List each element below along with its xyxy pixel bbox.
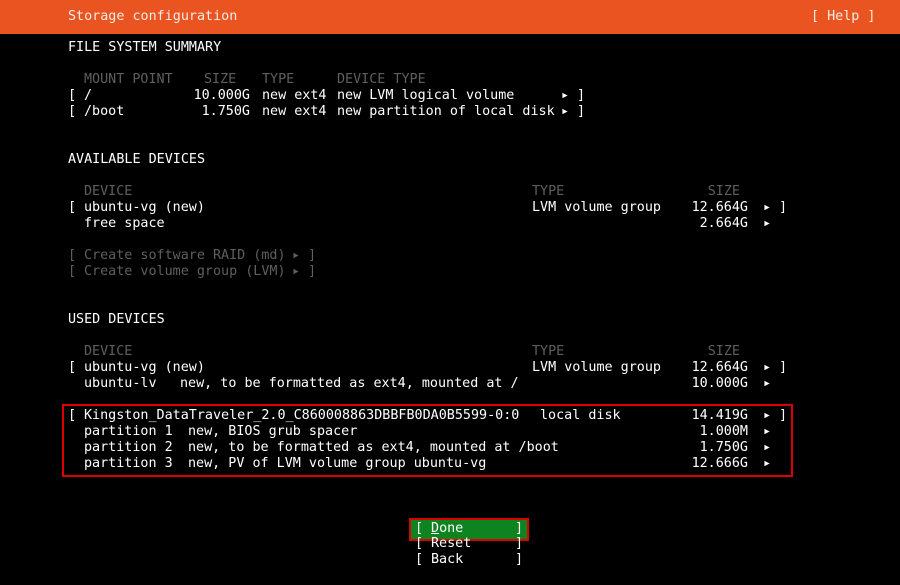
description-cell: new, to be formatted as ext4, mounted at… (188, 440, 559, 456)
help-button[interactable]: [ Help ] (811, 0, 876, 34)
back-button-label: Back (431, 552, 463, 568)
device-type-cell: new partition of local disk (337, 104, 555, 120)
open-bracket: [ (415, 552, 423, 568)
open-bracket: [ (68, 104, 76, 120)
size-cell: 14.419G (660, 408, 748, 424)
size-cell: 2.664G (660, 216, 748, 232)
close-bracket: ] (779, 408, 787, 424)
partition-name-cell: partition 2 (84, 440, 173, 456)
storage-configuration-screen: Storage configuration [ Help ] FILE SYST… (0, 0, 900, 585)
size-cell: 12.664G (660, 360, 748, 376)
page-title: Storage configuration (68, 0, 237, 34)
expand-arrow-icon: ▸ (763, 216, 771, 232)
reset-button-label: Reset (431, 536, 471, 552)
size-cell: 12.664G (660, 200, 748, 216)
expand-arrow-icon: ▸ (292, 248, 300, 264)
close-bracket: ] (577, 104, 585, 120)
open-bracket: [ (68, 248, 76, 264)
action-label: Create volume group (LVM) (84, 264, 286, 280)
open-bracket: [ (68, 88, 76, 104)
device-cell: free space (84, 216, 165, 232)
close-bracket: ] (515, 536, 523, 552)
col-header-device-type: DEVICE TYPE (337, 72, 426, 88)
open-bracket: [ (68, 200, 76, 216)
open-bracket: [ (68, 264, 76, 280)
description-cell: new, PV of LVM volume group ubuntu-vg (188, 456, 486, 472)
expand-arrow-icon: ▸ (561, 104, 569, 120)
used-devices-heading: USED DEVICES (68, 312, 165, 328)
close-bracket: ] (779, 200, 787, 216)
expand-arrow-icon: ▸ (763, 440, 771, 456)
col-header-size: SIZE (660, 184, 740, 200)
open-bracket: [ (68, 360, 76, 376)
expand-arrow-icon: ▸ (763, 360, 771, 376)
mount-point-cell: /boot (84, 104, 124, 120)
size-cell: 1.750G (180, 104, 250, 120)
col-header-size: SIZE (204, 72, 236, 88)
type-cell: local disk (540, 408, 621, 424)
expand-arrow-icon: ▸ (292, 264, 300, 280)
col-header-device: DEVICE (84, 184, 132, 200)
type-cell: new ext4 (262, 88, 327, 104)
description-cell: new, BIOS grub spacer (188, 424, 357, 440)
type-cell: LVM volume group (532, 360, 661, 376)
expand-arrow-icon: ▸ (763, 424, 771, 440)
col-header-size: SIZE (660, 344, 740, 360)
action-label: Create software RAID (md) (84, 248, 286, 264)
device-cell: ubuntu-lv (84, 376, 157, 392)
size-cell: 10.000G (660, 376, 748, 392)
device-cell: ubuntu-vg (new) (84, 200, 205, 216)
col-header-mount-point: MOUNT POINT (84, 72, 173, 88)
close-bracket: ] (308, 248, 316, 264)
device-cell: ubuntu-vg (new) (84, 360, 205, 376)
size-cell: 12.666G (660, 456, 748, 472)
close-bracket: ] (515, 552, 523, 568)
col-header-type: TYPE (532, 184, 564, 200)
device-type-cell: new LVM logical volume (337, 88, 514, 104)
mount-point-cell: / (84, 88, 92, 104)
partition-name-cell: partition 1 (84, 424, 173, 440)
close-bracket: ] (515, 521, 523, 537)
partition-name-cell: partition 3 (84, 456, 173, 472)
expand-arrow-icon: ▸ (763, 456, 771, 472)
open-bracket: [ (415, 536, 423, 552)
expand-arrow-icon: ▸ (763, 376, 771, 392)
close-bracket: ] (779, 360, 787, 376)
description-cell: new, to be formatted as ext4, mounted at… (180, 376, 519, 392)
open-bracket: [ (415, 521, 423, 537)
expand-arrow-icon: ▸ (763, 200, 771, 216)
expand-arrow-icon: ▸ (763, 408, 771, 424)
close-bracket: ] (577, 88, 585, 104)
size-cell: 10.000G (180, 88, 250, 104)
fs-summary-heading: FILE SYSTEM SUMMARY (68, 40, 221, 56)
expand-arrow-icon: ▸ (561, 88, 569, 104)
close-bracket: ] (308, 264, 316, 280)
available-devices-heading: AVAILABLE DEVICES (68, 152, 205, 168)
type-cell: new ext4 (262, 104, 327, 120)
type-cell: LVM volume group (532, 200, 661, 216)
size-cell: 1.750G (660, 440, 748, 456)
topbar: Storage configuration [ Help ] (0, 0, 900, 34)
col-header-device: DEVICE (84, 344, 132, 360)
size-cell: 1.000M (660, 424, 748, 440)
col-header-type: TYPE (532, 344, 564, 360)
open-bracket: [ (68, 408, 76, 424)
done-button-label: Done (431, 521, 463, 537)
device-cell: Kingston_DataTraveler_2.0_C860008863DBBF… (84, 408, 519, 424)
col-header-type: TYPE (262, 72, 294, 88)
